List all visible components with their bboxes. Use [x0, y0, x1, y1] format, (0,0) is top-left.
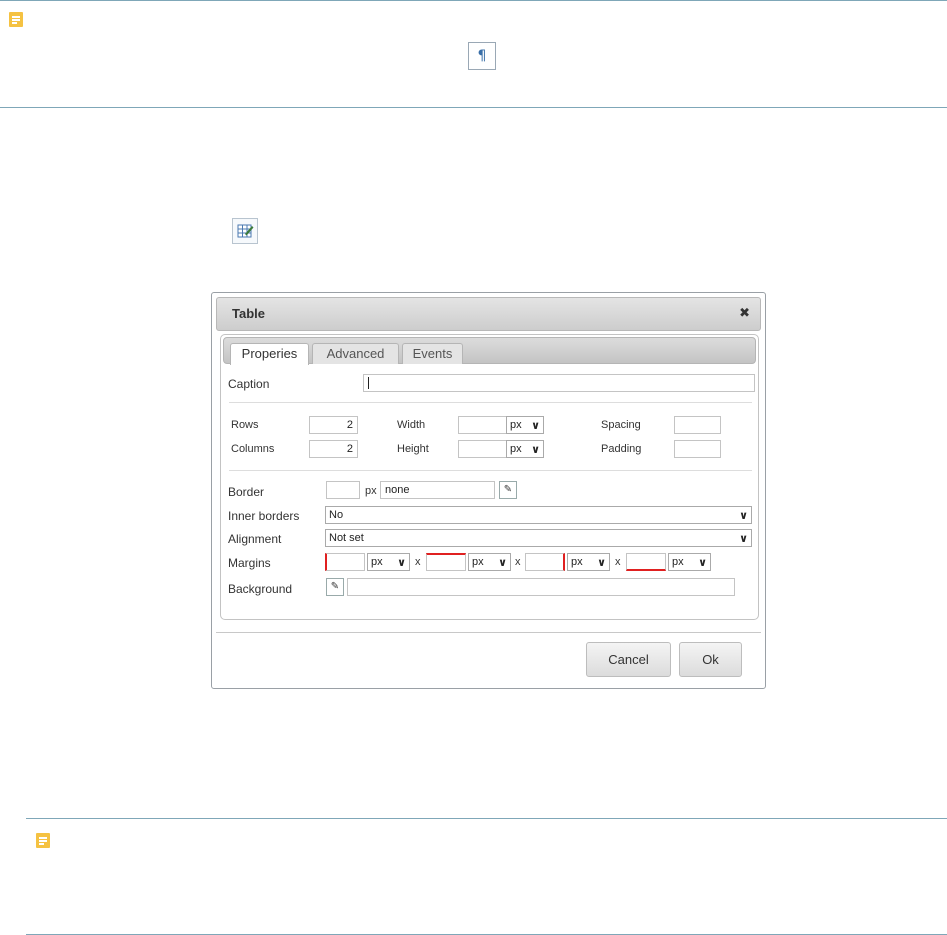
- width-label: Width: [397, 419, 426, 431]
- border-color-picker-icon[interactable]: ✎: [499, 481, 517, 499]
- border-width-field[interactable]: [326, 481, 360, 499]
- inner-borders-label: Inner borders: [228, 509, 300, 523]
- footer-divider: [216, 632, 761, 633]
- dialog-title: Table: [232, 306, 265, 321]
- tab-events[interactable]: Events: [402, 343, 463, 364]
- caption-field[interactable]: [363, 374, 755, 392]
- chevron-down-icon: ∨: [531, 443, 540, 456]
- table-properties-icon[interactable]: [232, 218, 258, 244]
- columns-field[interactable]: 2: [309, 440, 358, 458]
- border-style-field[interactable]: none: [380, 481, 495, 499]
- width-unit-select[interactable]: px ∨: [506, 416, 544, 434]
- top-section-rule: [0, 107, 947, 108]
- cancel-button[interactable]: Cancel: [586, 642, 671, 677]
- margin-left-unit-select[interactable]: px ∨: [367, 553, 410, 571]
- background-color-picker-icon[interactable]: ✎: [326, 578, 344, 596]
- chevron-down-icon: ∨: [739, 532, 748, 545]
- inner-borders-select[interactable]: No ∨: [325, 506, 752, 524]
- divider: [229, 470, 752, 471]
- columns-label: Columns: [231, 443, 275, 455]
- chevron-down-icon: ∨: [739, 509, 748, 522]
- paragraph-icon[interactable]: ¶: [468, 42, 496, 70]
- spacing-field[interactable]: [674, 416, 721, 434]
- margin-bottom-unit-select[interactable]: px ∨: [668, 553, 711, 571]
- margin-separator: x: [615, 556, 621, 568]
- rows-field[interactable]: 2: [309, 416, 358, 434]
- background-label: Background: [228, 582, 293, 596]
- note-icon: [36, 833, 50, 848]
- margin-right-field[interactable]: [525, 553, 565, 571]
- height-field[interactable]: [458, 440, 507, 458]
- background-field[interactable]: [347, 578, 735, 596]
- alignment-label: Alignment: [228, 532, 282, 546]
- margin-top-field[interactable]: [426, 553, 466, 571]
- border-label: Border: [228, 485, 265, 499]
- properties-panel: Properies Advanced Events Caption Rows 2…: [220, 334, 759, 620]
- chevron-down-icon: ∨: [597, 556, 606, 569]
- chevron-down-icon: ∨: [498, 556, 507, 569]
- width-field[interactable]: [458, 416, 507, 434]
- tab-properties[interactable]: Properies: [230, 343, 309, 365]
- margin-bottom-field[interactable]: [626, 553, 666, 571]
- margin-right-unit-select[interactable]: px ∨: [567, 553, 610, 571]
- divider: [229, 402, 752, 403]
- height-unit-select[interactable]: px ∨: [506, 440, 544, 458]
- tab-advanced[interactable]: Advanced: [312, 343, 399, 364]
- note-icon: [9, 12, 23, 27]
- margin-left-field[interactable]: [325, 553, 365, 571]
- height-label: Height: [397, 443, 429, 455]
- chevron-down-icon: ∨: [397, 556, 406, 569]
- tab-bar: Properies Advanced Events: [223, 337, 756, 365]
- bottom-section-rule: [26, 818, 947, 819]
- rows-label: Rows: [231, 419, 259, 431]
- spacing-label: Spacing: [601, 419, 641, 431]
- caption-label: Caption: [228, 377, 270, 391]
- ok-button[interactable]: Ok: [679, 642, 742, 677]
- margin-separator: x: [415, 556, 421, 568]
- close-icon[interactable]: ✖: [739, 298, 750, 330]
- padding-label: Padding: [601, 443, 642, 455]
- dialog-titlebar[interactable]: Table ✖: [216, 297, 761, 331]
- border-unit: px: [365, 485, 377, 497]
- alignment-select[interactable]: Not set ∨: [325, 529, 752, 547]
- chevron-down-icon: ∨: [531, 419, 540, 432]
- table-dialog: Table ✖ Properies Advanced Events Captio…: [211, 292, 766, 689]
- margin-top-unit-select[interactable]: px ∨: [468, 553, 511, 571]
- chevron-down-icon: ∨: [698, 556, 707, 569]
- top-rule: [0, 0, 947, 1]
- margin-separator: x: [515, 556, 521, 568]
- padding-field[interactable]: [674, 440, 721, 458]
- margins-label: Margins: [228, 556, 271, 570]
